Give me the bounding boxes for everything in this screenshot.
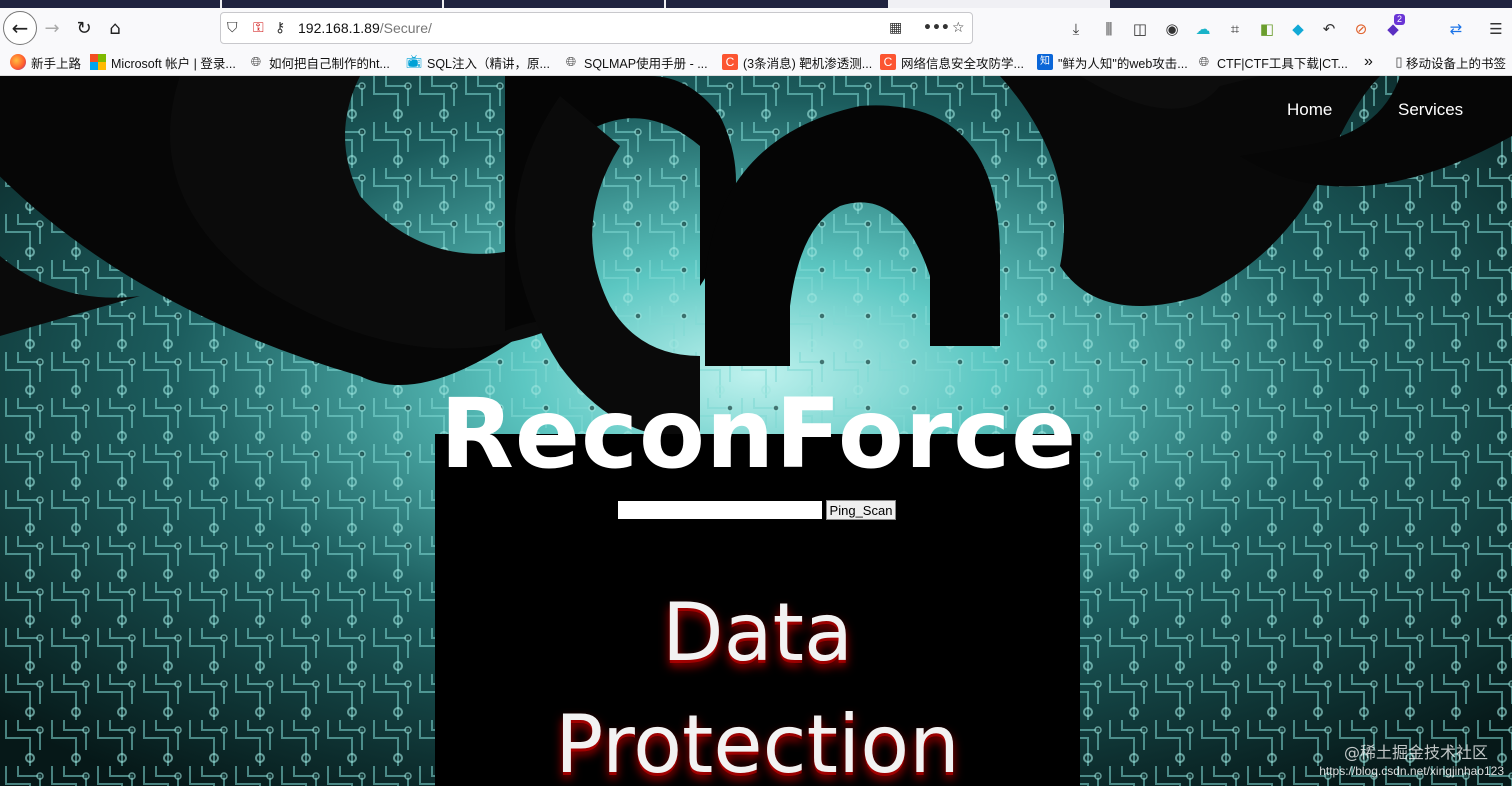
firefox-icon [10, 54, 26, 70]
shield-icon[interactable]: ⛉ [227, 18, 238, 38]
reload-button[interactable]: ↻ [68, 12, 100, 44]
globe-icon: 🌐︎ [1198, 54, 1210, 69]
sync-icon[interactable]: ⇄ [1445, 18, 1467, 40]
extension-green-icon[interactable]: ◧ [1256, 18, 1278, 40]
microsoft-icon [90, 54, 106, 70]
bookmark-label: SQLMAP使用手册 - ... [584, 56, 708, 71]
page-viewport: Home Services ReconForce Ping_Scan Data … [0, 76, 1512, 786]
bookmark-label: "鲜为人知"的web攻击... [1058, 56, 1188, 71]
mobile-icon: ▯ [1395, 54, 1403, 69]
reload-icon: ↻ [76, 17, 92, 39]
bookmark-label: 移动设备上的书签 [1406, 56, 1507, 71]
bookmark-label: (3条消息) 靶机渗透测... [743, 56, 873, 71]
ping-scan-button[interactable]: Ping_Scan [826, 500, 896, 520]
bookmark-item[interactable]: 🌐︎ 如何把自己制作的ht... [248, 52, 390, 72]
bookmark-item[interactable]: 新手上路 [10, 52, 81, 72]
tab[interactable] [1110, 0, 1512, 8]
hero-heading-line2: Protection [555, 698, 960, 786]
arrow-left-icon: ← [11, 16, 29, 40]
zhihu-icon: 知 [1037, 54, 1053, 70]
insecure-lock-icon[interactable]: ⚿ [253, 18, 264, 38]
bookmark-label: 网络信息安全攻防学... [901, 56, 1024, 71]
bookmarks-toolbar: 新手上路 Microsoft 帐户 | 登录... 🌐︎ 如何把自己制作的ht.… [0, 48, 1512, 76]
extension-cube-icon[interactable]: ◆ [1287, 18, 1309, 40]
double-chevron-right-icon: » [1364, 53, 1373, 70]
globe-icon: 🌐︎ [565, 54, 577, 69]
ping-target-input[interactable] [618, 501, 822, 519]
cloud-icon[interactable]: ☁ [1192, 18, 1214, 40]
bookmark-item[interactable]: ▯ 移动设备上的书签 [1394, 52, 1506, 72]
bookmark-label: Microsoft 帐户 | 登录... [111, 56, 236, 71]
bookmark-item[interactable]: Microsoft 帐户 | 登录... [90, 52, 236, 72]
bookmark-item[interactable]: 📺︎ SQL注入（精讲，原... [406, 52, 550, 72]
tab[interactable] [0, 0, 220, 8]
undo-icon[interactable]: ↶ [1318, 18, 1340, 40]
csdn-icon: C [880, 54, 896, 70]
nav-services-link[interactable]: Services [1398, 100, 1463, 120]
bookmark-item[interactable]: C (3条消息) 靶机渗透测... [722, 52, 872, 72]
tab[interactable] [222, 0, 442, 8]
url-host: 192.168.1.89 [298, 20, 380, 36]
globe-icon: 🌐︎ [250, 54, 262, 69]
more-actions-icon[interactable]: ••• [923, 18, 950, 38]
url-text[interactable]: 192.168.1.89/Secure/ [298, 18, 432, 38]
download-icon[interactable]: ⤓ [1065, 18, 1087, 40]
csdn-icon: C [722, 54, 738, 70]
site-title: ReconForce [440, 378, 1078, 490]
qr-code-icon[interactable]: ▦ [889, 18, 902, 38]
bilibili-icon: 📺︎ [405, 54, 423, 69]
tab[interactable] [666, 0, 888, 8]
tab-strip [0, 0, 1512, 8]
bookmark-label: SQL注入（精讲，原... [427, 56, 550, 71]
account-icon[interactable]: ◉ [1161, 18, 1183, 40]
sidebar-icon[interactable]: ◫ [1129, 18, 1151, 40]
bookmark-item[interactable]: C 网络信息安全攻防学... [880, 52, 1024, 72]
watermark-text: @稀土掘金技术社区 [1343, 743, 1488, 762]
arrow-right-icon: → [44, 17, 60, 39]
url-path: /Secure/ [379, 20, 432, 36]
key-icon[interactable]: ⚷ [275, 18, 285, 38]
nav-home-link[interactable]: Home [1287, 100, 1332, 120]
bookmark-item[interactable]: 🌐︎ CTF|CTF工具下载|CT... [1196, 52, 1348, 72]
home-icon: ⌂ [109, 17, 121, 39]
bookmark-star-icon[interactable]: ☆ [952, 18, 965, 38]
url-bar[interactable]: ⛉ ⚿ ⚷ 192.168.1.89/Secure/ ▦ ••• ☆ [220, 12, 973, 44]
crop-icon[interactable]: ⌗ [1224, 18, 1246, 40]
blocker-icon[interactable]: ⊘ [1350, 18, 1372, 40]
hero-heading-line1: Data [661, 586, 853, 679]
extension-badge: 2 [1394, 14, 1406, 25]
menu-icon[interactable]: ☰ [1485, 18, 1507, 40]
navigation-toolbar: ← → ↻ ⌂ ⛉ ⚿ ⚷ 192.168.1.89/Secure/ ▦ •••… [0, 8, 1512, 48]
bookmark-label: 如何把自己制作的ht... [269, 56, 390, 71]
bookmark-label: CTF|CTF工具下载|CT... [1217, 56, 1348, 71]
library-icon[interactable]: ⫼ [1098, 18, 1120, 40]
home-button[interactable]: ⌂ [99, 12, 131, 44]
tab[interactable] [444, 0, 664, 8]
bookmark-item[interactable]: 🌐︎ SQLMAP使用手册 - ... [563, 52, 708, 72]
bookmark-label: 新手上路 [31, 56, 82, 71]
watermark-url: https://blog.csdn.net/xingjinhao123 [1319, 764, 1504, 778]
back-button[interactable]: ← [3, 11, 37, 45]
forward-button[interactable]: → [36, 12, 68, 44]
bookmark-item[interactable]: 知 "鲜为人知"的web攻击... [1037, 52, 1188, 72]
bookmarks-overflow-button[interactable]: » [1364, 52, 1373, 72]
